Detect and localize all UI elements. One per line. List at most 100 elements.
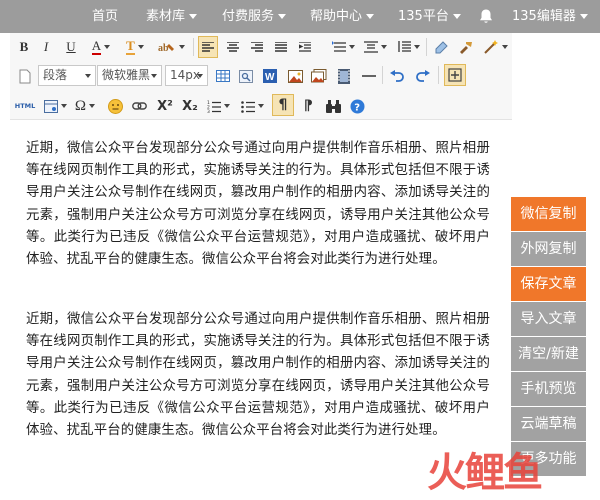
html-source-button[interactable]: HTML xyxy=(12,95,38,117)
undo-button[interactable] xyxy=(388,65,406,87)
font-family-select-value: 微软雅黑 xyxy=(102,68,151,82)
eraser-icon xyxy=(435,41,448,54)
redo-button[interactable] xyxy=(414,65,432,87)
ordered-list-button[interactable]: 123 xyxy=(204,95,232,117)
indent-icon xyxy=(299,42,311,52)
underline-label: U xyxy=(66,39,76,54)
horizontal-rule-button[interactable] xyxy=(360,65,378,87)
background-color-button[interactable]: T xyxy=(122,36,148,58)
nav-home[interactable]: 首页 xyxy=(92,0,118,33)
new-doc-icon xyxy=(19,69,31,83)
underline-button[interactable]: U xyxy=(63,36,79,58)
paragraph-spacing-button[interactable] xyxy=(295,36,315,58)
wechat-copy-button[interactable]: 微信复制 xyxy=(511,197,586,231)
font-size-select[interactable]: 14px xyxy=(165,65,208,86)
dropdown-caret-icon xyxy=(348,45,355,49)
video-button[interactable] xyxy=(335,65,353,87)
bell-icon[interactable] xyxy=(478,8,494,25)
cloud-draft-button[interactable]: 云端草稿 xyxy=(511,407,586,441)
mobile-preview-label: 手机预览 xyxy=(520,381,577,397)
emoticon-button[interactable] xyxy=(106,95,124,117)
multi-image-button[interactable] xyxy=(310,65,328,87)
line-height-icon xyxy=(331,41,346,52)
format-painter-icon xyxy=(460,42,472,54)
segment-spacing-icon xyxy=(363,41,378,53)
special-char-button[interactable]: Ω xyxy=(72,95,98,117)
template-button[interactable] xyxy=(42,95,68,117)
find-button[interactable] xyxy=(323,95,343,117)
font-size-select-value: 14px xyxy=(170,68,200,82)
toolbar-row-3: HTML Ω X² X₂ 123 ¶ ¶ ? xyxy=(10,90,512,120)
italic-label: I xyxy=(43,39,49,54)
import-article-label: 导入文章 xyxy=(520,311,577,327)
import-article-button[interactable]: 导入文章 xyxy=(511,302,586,336)
image-button[interactable] xyxy=(286,65,304,87)
redo-icon xyxy=(416,70,430,82)
nav-135-editor[interactable]: 135编辑器 xyxy=(512,0,588,33)
dropdown-caret-icon xyxy=(178,45,185,49)
help-button[interactable]: ? xyxy=(347,95,367,117)
nav-materials-label: 素材库 xyxy=(146,9,186,24)
align-center-icon xyxy=(227,42,239,52)
link-button[interactable] xyxy=(130,95,148,117)
binoculars-icon xyxy=(325,99,341,113)
dropdown-caret-icon xyxy=(89,104,96,108)
nav-help-center[interactable]: 帮助中心 xyxy=(310,0,375,33)
eraser-button[interactable] xyxy=(431,36,451,58)
paragraph-select[interactable]: 段落 xyxy=(38,65,96,86)
align-right-button[interactable] xyxy=(247,36,267,58)
segment-spacing-button[interactable] xyxy=(362,36,388,58)
dropdown-caret-icon xyxy=(60,104,67,108)
clear-format-button[interactable]: ab xyxy=(156,36,186,58)
nav-135-platform[interactable]: 135平台 xyxy=(398,0,461,33)
subscript-button[interactable]: X₂ xyxy=(180,95,200,117)
pilcrow-ltr-icon: ¶ xyxy=(278,97,288,113)
clear-new-button[interactable]: 清空/新建 xyxy=(511,337,586,371)
italic-button[interactable]: I xyxy=(38,36,54,58)
unordered-list-icon xyxy=(240,100,255,113)
svg-text:?: ? xyxy=(354,102,360,113)
wechat-copy-label: 微信复制 xyxy=(520,206,577,222)
justify-button[interactable] xyxy=(271,36,291,58)
external-copy-button[interactable]: 外网复制 xyxy=(511,232,586,266)
bold-label: B xyxy=(19,39,29,54)
align-left-button[interactable] xyxy=(198,36,218,58)
insert-frame-button[interactable] xyxy=(444,64,466,86)
table-icon xyxy=(216,70,230,82)
superscript-button[interactable]: X² xyxy=(155,95,175,117)
bold-button[interactable]: B xyxy=(16,36,32,58)
rtl-button[interactable]: ¶ xyxy=(298,95,318,117)
preview-button[interactable] xyxy=(237,65,255,87)
font-color-button[interactable]: A xyxy=(88,36,114,58)
save-article-button[interactable]: 保存文章 xyxy=(511,267,586,301)
chevron-down-icon xyxy=(366,14,375,19)
editor-content-area[interactable]: 近期，微信公众平台发现部分公众号通过向用户提供制作音乐相册、照片相册等在线网页制… xyxy=(10,121,512,500)
nav-home-label: 首页 xyxy=(92,9,119,24)
line-spacing-button[interactable] xyxy=(395,36,421,58)
omega-icon: Ω xyxy=(74,97,87,114)
toolbar-row-1: B I U A T ab xyxy=(10,33,512,61)
format-painter-button[interactable] xyxy=(456,36,476,58)
magic-wand-button[interactable] xyxy=(481,36,509,58)
mobile-preview-button[interactable]: 手机预览 xyxy=(511,372,586,406)
dropdown-caret-icon xyxy=(413,45,420,49)
unordered-list-button[interactable] xyxy=(238,95,266,117)
new-doc-button[interactable] xyxy=(16,65,34,87)
ltr-button[interactable]: ¶ xyxy=(272,94,294,116)
nav-paid-services[interactable]: 付费服务 xyxy=(222,0,287,33)
align-left-icon xyxy=(202,42,214,52)
word-import-button[interactable]: W xyxy=(261,65,279,87)
toolbar-row-2: 段落 微软雅黑 14px W xyxy=(10,61,512,90)
nav-paid-services-label: 付费服务 xyxy=(222,9,275,24)
external-copy-label: 外网复制 xyxy=(520,241,577,257)
line-height-button[interactable] xyxy=(330,36,356,58)
multi-image-icon xyxy=(311,69,327,83)
align-center-button[interactable] xyxy=(223,36,243,58)
dropdown-caret-icon xyxy=(257,104,264,108)
nav-materials[interactable]: 素材库 xyxy=(146,0,198,33)
dropdown-caret-icon xyxy=(85,74,91,78)
emoticon-icon xyxy=(107,98,123,114)
font-family-select[interactable]: 微软雅黑 xyxy=(97,65,162,86)
table-button[interactable] xyxy=(214,65,232,87)
magic-wand-icon xyxy=(483,40,498,54)
